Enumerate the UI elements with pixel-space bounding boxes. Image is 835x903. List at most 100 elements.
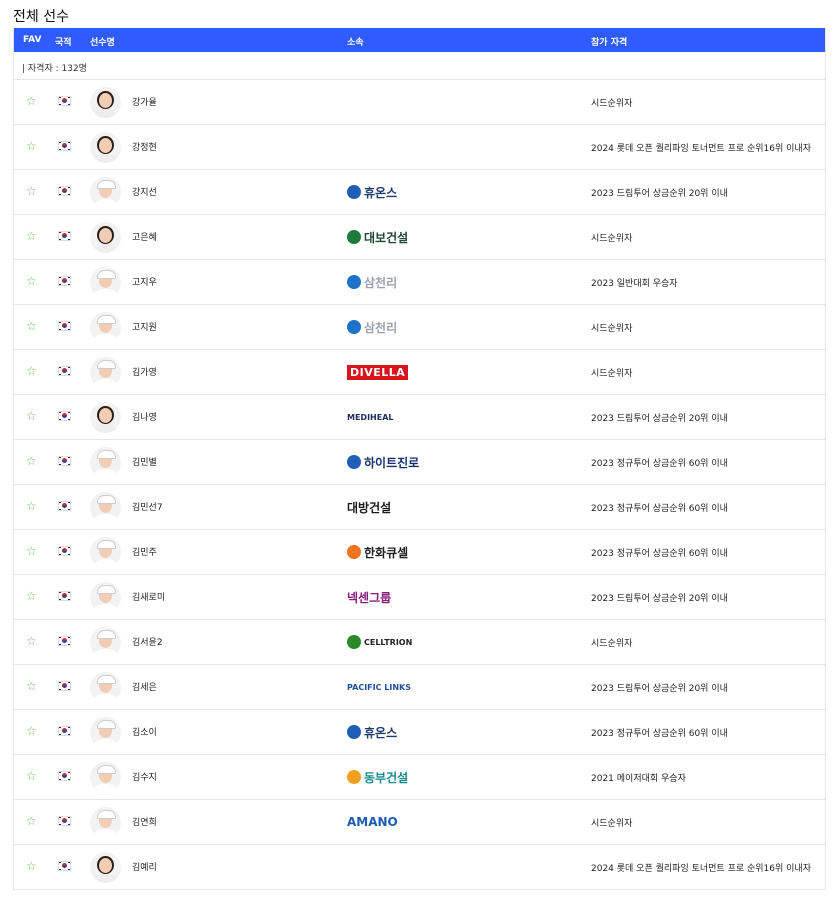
qualification-text: 2023 정규투어 상금순위 60위 이내	[591, 459, 728, 469]
korea-flag-icon	[58, 501, 71, 511]
player-name[interactable]: 김가영	[132, 365, 157, 378]
avatar[interactable]	[90, 312, 121, 343]
sponsor-logo-text: 휴온스	[364, 185, 398, 200]
sponsor-logo: 동부건설	[347, 768, 408, 786]
avatar[interactable]	[90, 177, 121, 208]
count-row: | 자격자 : 132명	[14, 52, 825, 80]
player-name[interactable]: 김민주	[132, 545, 157, 558]
sponsor-logo-text: 휴온스	[364, 725, 398, 740]
favorite-star-icon[interactable]: ☆	[26, 590, 38, 602]
player-name[interactable]: 김민선7	[132, 500, 163, 513]
favorite-star-icon[interactable]: ☆	[26, 320, 38, 332]
korea-flag-icon	[58, 276, 71, 286]
qualification-text: 2023 일반대회 우승자	[591, 279, 678, 289]
player-name[interactable]: 김예리	[132, 860, 157, 873]
avatar[interactable]	[90, 627, 121, 658]
sponsor-logo-icon	[347, 545, 361, 559]
favorite-star-icon[interactable]: ☆	[26, 725, 38, 737]
sponsor-logo: AMANO	[347, 813, 398, 831]
player-name[interactable]: 김새로미	[132, 590, 165, 603]
table-row: ☆ 고지원 삼천리 시드순위자	[14, 305, 825, 350]
sponsor-logo: 대보건설	[347, 228, 408, 246]
sponsor-logo: 넥센그룹	[347, 588, 391, 606]
favorite-star-icon[interactable]: ☆	[26, 635, 38, 647]
header-fav: FAV	[23, 35, 42, 45]
player-name[interactable]: 강정현	[132, 140, 157, 153]
favorite-star-icon[interactable]: ☆	[26, 500, 38, 512]
sponsor-logo-text: 한화큐셀	[364, 545, 409, 560]
player-name[interactable]: 김수지	[132, 770, 157, 783]
sponsor-logo-icon	[347, 185, 361, 199]
player-name[interactable]: 김서윤2	[132, 635, 163, 648]
favorite-star-icon[interactable]: ☆	[26, 815, 38, 827]
avatar[interactable]	[90, 132, 121, 163]
favorite-star-icon[interactable]: ☆	[26, 545, 38, 557]
qualification-text: 2024 롯데 오픈 퀄리파잉 토너먼트 프로 순위16위 이내자	[591, 144, 811, 154]
avatar[interactable]	[90, 357, 121, 388]
favorite-star-icon[interactable]: ☆	[26, 455, 38, 467]
favorite-star-icon[interactable]: ☆	[26, 275, 38, 287]
avatar[interactable]	[90, 852, 121, 883]
player-name[interactable]: 강가율	[132, 95, 157, 108]
korea-flag-icon	[58, 861, 71, 871]
qualification-text: 2023 드림투어 상금순위 20위 이내	[591, 684, 728, 694]
favorite-star-icon[interactable]: ☆	[26, 410, 38, 422]
sponsor-logo-icon	[347, 770, 361, 784]
table-row: ☆ 김서윤2 CELLTRION 시드순위자	[14, 620, 825, 665]
table-row: ☆ 김민주 한화큐셀 2023 정규투어 상금순위 60위 이내	[14, 530, 825, 575]
avatar[interactable]	[90, 537, 121, 568]
sponsor-logo-icon	[347, 725, 361, 739]
qualification-text: 2023 드림투어 상금순위 20위 이내	[591, 414, 728, 424]
sponsor-logo-icon	[347, 230, 361, 244]
korea-flag-icon	[58, 726, 71, 736]
avatar[interactable]	[90, 87, 121, 118]
header-affiliation: 소속	[347, 38, 364, 48]
avatar[interactable]	[90, 807, 121, 838]
avatar[interactable]	[90, 447, 121, 478]
player-name[interactable]: 김소이	[132, 725, 157, 738]
sponsor-logo-text: 삼천리	[364, 320, 398, 335]
player-name[interactable]: 고은혜	[132, 230, 157, 243]
player-name[interactable]: 김연희	[132, 815, 157, 828]
sponsor-logo: MEDIHEAL	[347, 408, 394, 426]
player-name[interactable]: 김세은	[132, 680, 157, 693]
avatar[interactable]	[90, 762, 121, 793]
favorite-star-icon[interactable]: ☆	[26, 140, 38, 152]
header-nation: 국적	[55, 38, 72, 48]
qualification-text: 2024 롯데 오픈 퀄리파잉 토너먼트 프로 순위16위 이내자	[591, 864, 811, 874]
favorite-star-icon[interactable]: ☆	[26, 185, 38, 197]
player-name[interactable]: 강지선	[132, 185, 157, 198]
favorite-star-icon[interactable]: ☆	[26, 365, 38, 377]
favorite-star-icon[interactable]: ☆	[26, 770, 38, 782]
table-row: ☆ 김새로미 넥센그룹 2023 드림투어 상금순위 20위 이내	[14, 575, 825, 620]
avatar[interactable]	[90, 222, 121, 253]
korea-flag-icon	[58, 96, 71, 106]
table-row: ☆ 고지우 삼천리 2023 일반대회 우승자	[14, 260, 825, 305]
sponsor-logo: 삼천리	[347, 273, 397, 291]
avatar[interactable]	[90, 492, 121, 523]
korea-flag-icon	[58, 366, 71, 376]
sponsor-logo: DIVELLA	[347, 363, 409, 381]
table-row: ☆ 고은혜 대보건설 시드순위자	[14, 215, 825, 260]
sponsor-logo-text: PACIFIC LINKS	[347, 682, 411, 692]
player-name[interactable]: 고지원	[132, 320, 157, 333]
qualification-text: 시드순위자	[591, 639, 633, 649]
sponsor-logo-text: 삼천리	[364, 275, 398, 290]
favorite-star-icon[interactable]: ☆	[26, 860, 38, 872]
sponsor-logo: 삼천리	[347, 318, 397, 336]
favorite-star-icon[interactable]: ☆	[26, 95, 38, 107]
player-name[interactable]: 김민별	[132, 455, 157, 468]
avatar[interactable]	[90, 582, 121, 613]
avatar[interactable]	[90, 402, 121, 433]
header-qualification: 참가 자격	[591, 38, 628, 48]
favorite-star-icon[interactable]: ☆	[26, 230, 38, 242]
player-name[interactable]: 김나영	[132, 410, 157, 423]
korea-flag-icon	[58, 231, 71, 241]
avatar[interactable]	[90, 672, 121, 703]
favorite-star-icon[interactable]: ☆	[26, 680, 38, 692]
avatar[interactable]	[90, 267, 121, 298]
player-name[interactable]: 고지우	[132, 275, 157, 288]
table-header: FAV 국적 선수명 소속 참가 자격	[14, 28, 825, 52]
sponsor-logo-text: CELLTRION	[364, 637, 413, 647]
avatar[interactable]	[90, 717, 121, 748]
